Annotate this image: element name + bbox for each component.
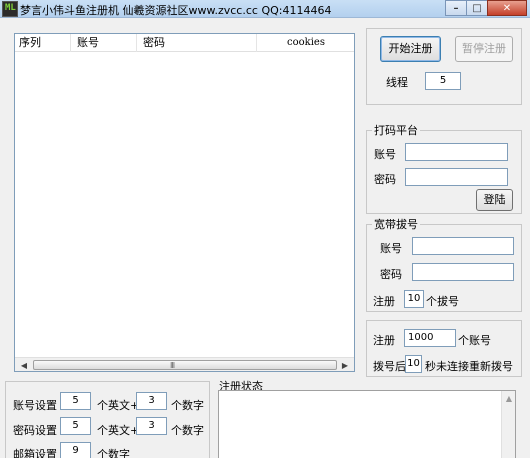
app-icon: ML xyxy=(2,1,18,17)
password-letters-suffix: 个英文+ xyxy=(97,424,140,437)
broadband-register-input[interactable]: 10 xyxy=(404,290,424,308)
redial-count-suffix: 个账号 xyxy=(458,334,491,347)
broadband-password-label: 密码 xyxy=(380,268,402,281)
maximize-button[interactable]: □ xyxy=(466,0,488,16)
start-register-button[interactable]: 开始注册 xyxy=(380,36,441,62)
redial-after-suffix: 秒未连接重新拨号 xyxy=(425,360,513,373)
broadband-account-input[interactable] xyxy=(412,237,514,255)
status-vertical-scrollbar[interactable]: ▲ xyxy=(501,391,515,458)
account-letters-suffix: 个英文+ xyxy=(97,399,140,412)
account-digits-input[interactable]: 3 xyxy=(136,392,167,410)
status-log-text xyxy=(219,391,515,395)
broadband-password-input[interactable] xyxy=(412,263,514,281)
captcha-group-title: 打码平台 xyxy=(372,122,420,138)
redial-register-label: 注册 xyxy=(373,334,395,347)
redial-after-label: 拨号后 xyxy=(373,360,406,373)
app-icon-text: ML xyxy=(5,3,16,13)
close-button[interactable]: ✕ xyxy=(487,0,527,16)
column-header-account[interactable]: 账号 xyxy=(71,34,137,52)
email-digits-input[interactable]: 9 xyxy=(60,442,91,458)
scrollbar-thumb[interactable]: III xyxy=(33,360,337,370)
scroll-left-arrow-icon[interactable]: ◀ xyxy=(17,359,31,371)
column-header-cookies[interactable]: cookies xyxy=(257,34,354,52)
account-letters-input[interactable]: 5 xyxy=(60,392,91,410)
accounts-list[interactable]: 序列 账号 密码 cookies ◀ III ▶ xyxy=(14,33,355,372)
broadband-account-label: 账号 xyxy=(380,242,402,255)
captcha-account-input[interactable] xyxy=(405,143,508,161)
broadband-dial-suffix: 个拔号 xyxy=(426,295,459,308)
close-icon: ✕ xyxy=(502,2,512,14)
pause-register-button[interactable]: 暂停注册 xyxy=(455,36,513,62)
captcha-password-input[interactable] xyxy=(405,168,508,186)
password-digits-suffix: 个数字 xyxy=(171,424,204,437)
redial-register-input[interactable]: 1000 xyxy=(404,329,456,347)
captcha-account-label: 账号 xyxy=(374,148,396,161)
threads-label: 线程 xyxy=(386,76,408,89)
minimize-button[interactable]: – xyxy=(445,0,467,16)
minimize-icon: – xyxy=(453,2,459,14)
broadband-group-title: 宽带拔号 xyxy=(372,216,420,232)
account-digits-suffix: 个数字 xyxy=(171,399,204,412)
redial-after-input[interactable]: 10 xyxy=(405,355,422,373)
captcha-password-label: 密码 xyxy=(374,173,396,186)
column-header-password[interactable]: 密码 xyxy=(137,34,257,52)
email-digits-suffix: 个数字 xyxy=(97,448,130,458)
threads-input[interactable]: 5 xyxy=(425,72,461,90)
scroll-right-arrow-icon[interactable]: ▶ xyxy=(338,359,352,371)
password-digits-input[interactable]: 3 xyxy=(136,417,167,435)
password-settings-label: 密码设置 xyxy=(13,424,57,437)
password-letters-input[interactable]: 5 xyxy=(60,417,91,435)
list-horizontal-scrollbar[interactable]: ◀ III ▶ xyxy=(15,357,354,371)
account-settings-label: 账号设置 xyxy=(13,399,57,412)
broadband-register-label: 注册 xyxy=(373,295,395,308)
email-settings-label: 邮箱设置 xyxy=(13,448,57,458)
status-log[interactable]: ▲ xyxy=(218,390,516,458)
login-button[interactable]: 登陆 xyxy=(476,189,513,211)
column-header-index[interactable]: 序列 xyxy=(15,34,71,52)
scrollbar-grip: III xyxy=(170,361,175,370)
scroll-up-arrow-icon[interactable]: ▲ xyxy=(502,392,516,404)
window-controls: – □ ✕ xyxy=(445,0,527,17)
list-header: 序列 账号 密码 cookies xyxy=(15,34,354,52)
window-title: 梦言小伟斗鱼注册机 仙羲资源社区www.zvcc.cc QQ:4114464 xyxy=(20,4,332,17)
maximize-icon: □ xyxy=(472,2,482,14)
